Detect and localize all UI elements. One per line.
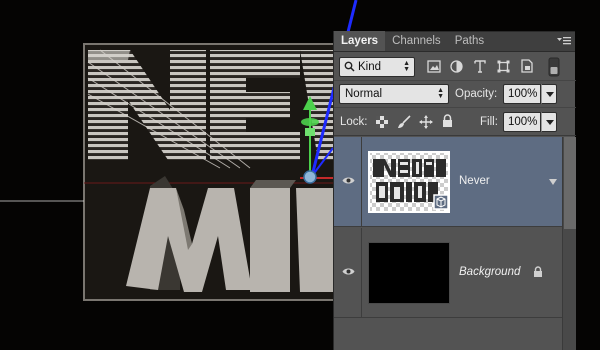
- filter-kind-label: Kind: [358, 61, 382, 73]
- updown-arrows-icon: ▲ ▼: [403, 60, 410, 73]
- visibility-column: [334, 228, 362, 318]
- adjustment-layer-filter-icon[interactable]: [450, 60, 463, 73]
- pixel-layer-filter-icon[interactable]: [427, 60, 441, 73]
- shape-layer-filter-icon[interactable]: [497, 60, 510, 73]
- layer-name-background[interactable]: Background: [459, 266, 520, 278]
- opacity-value: 100%: [508, 88, 538, 100]
- layer-row-background[interactable]: Background: [334, 228, 562, 318]
- chevron-down-icon: [546, 92, 554, 97]
- gizmo-green-ring: [301, 118, 319, 126]
- filter-toggle-switch-icon[interactable]: [547, 57, 561, 77]
- brush-icon[interactable]: [397, 115, 411, 129]
- layer-thumbnail-background: [368, 242, 450, 304]
- blend-mode-row: Normal ▲ ▼ Opacity: 100%: [334, 81, 576, 108]
- fill-slider-toggle[interactable]: [541, 112, 557, 132]
- letter-N-bottom: [296, 188, 334, 292]
- gizmo-center: [303, 170, 317, 184]
- opacity-input[interactable]: 100%: [503, 84, 541, 104]
- eye-icon[interactable]: [342, 267, 355, 276]
- layers-panel: Layers Channels Paths Kind ▲ ▼ Normal ▲ …: [333, 31, 576, 350]
- updown-arrows-icon: ▲ ▼: [437, 87, 444, 100]
- letter-I-bottom: [250, 180, 296, 292]
- layer-thumbnail-never: [368, 151, 450, 213]
- panel-menu-icon[interactable]: [557, 35, 571, 47]
- blend-mode-dropdown[interactable]: Normal ▲ ▼: [339, 84, 449, 104]
- tab-layers[interactable]: Layers: [334, 31, 386, 51]
- fill-input[interactable]: 100%: [503, 112, 541, 132]
- expand-layer-arrow-icon[interactable]: [549, 177, 557, 187]
- visibility-column: [334, 137, 362, 227]
- lock-label: Lock:: [340, 116, 368, 128]
- search-icon: [344, 61, 355, 72]
- smart-object-filter-icon[interactable]: [520, 59, 533, 73]
- blend-mode-value: Normal: [345, 88, 383, 100]
- opacity-slider-toggle[interactable]: [541, 84, 557, 104]
- opacity-label: Opacity:: [455, 88, 498, 100]
- fill-label: Fill:: [480, 116, 498, 128]
- chevron-down-icon: [546, 120, 554, 125]
- move-icon[interactable]: [419, 115, 433, 129]
- layer-lock-icon: [534, 266, 542, 277]
- letter-E-top: [210, 50, 300, 160]
- fill-value: 100%: [508, 116, 538, 128]
- layer-list: Never Background: [334, 137, 576, 350]
- type-layer-filter-icon[interactable]: [474, 60, 486, 73]
- tab-channels[interactable]: Channels: [385, 31, 448, 51]
- layer-name-never[interactable]: Never: [459, 175, 490, 187]
- lock-row: Lock: Fill: 100%: [334, 108, 576, 136]
- tab-paths[interactable]: Paths: [448, 31, 491, 51]
- filter-row: Kind ▲ ▼: [334, 53, 576, 81]
- scrollbar-thumb[interactable]: [564, 137, 576, 229]
- gizmo-green-handle: [305, 128, 315, 136]
- layer-row-never[interactable]: Never: [334, 137, 562, 227]
- panel-tab-bar: Layers Channels Paths: [334, 31, 575, 52]
- eye-icon[interactable]: [342, 176, 355, 185]
- layers-scrollbar[interactable]: [562, 137, 576, 350]
- filter-kind-dropdown[interactable]: Kind ▲ ▼: [339, 57, 415, 77]
- lock-all-icon[interactable]: [442, 114, 453, 128]
- lock-transparent-pixels-icon[interactable]: [376, 116, 388, 128]
